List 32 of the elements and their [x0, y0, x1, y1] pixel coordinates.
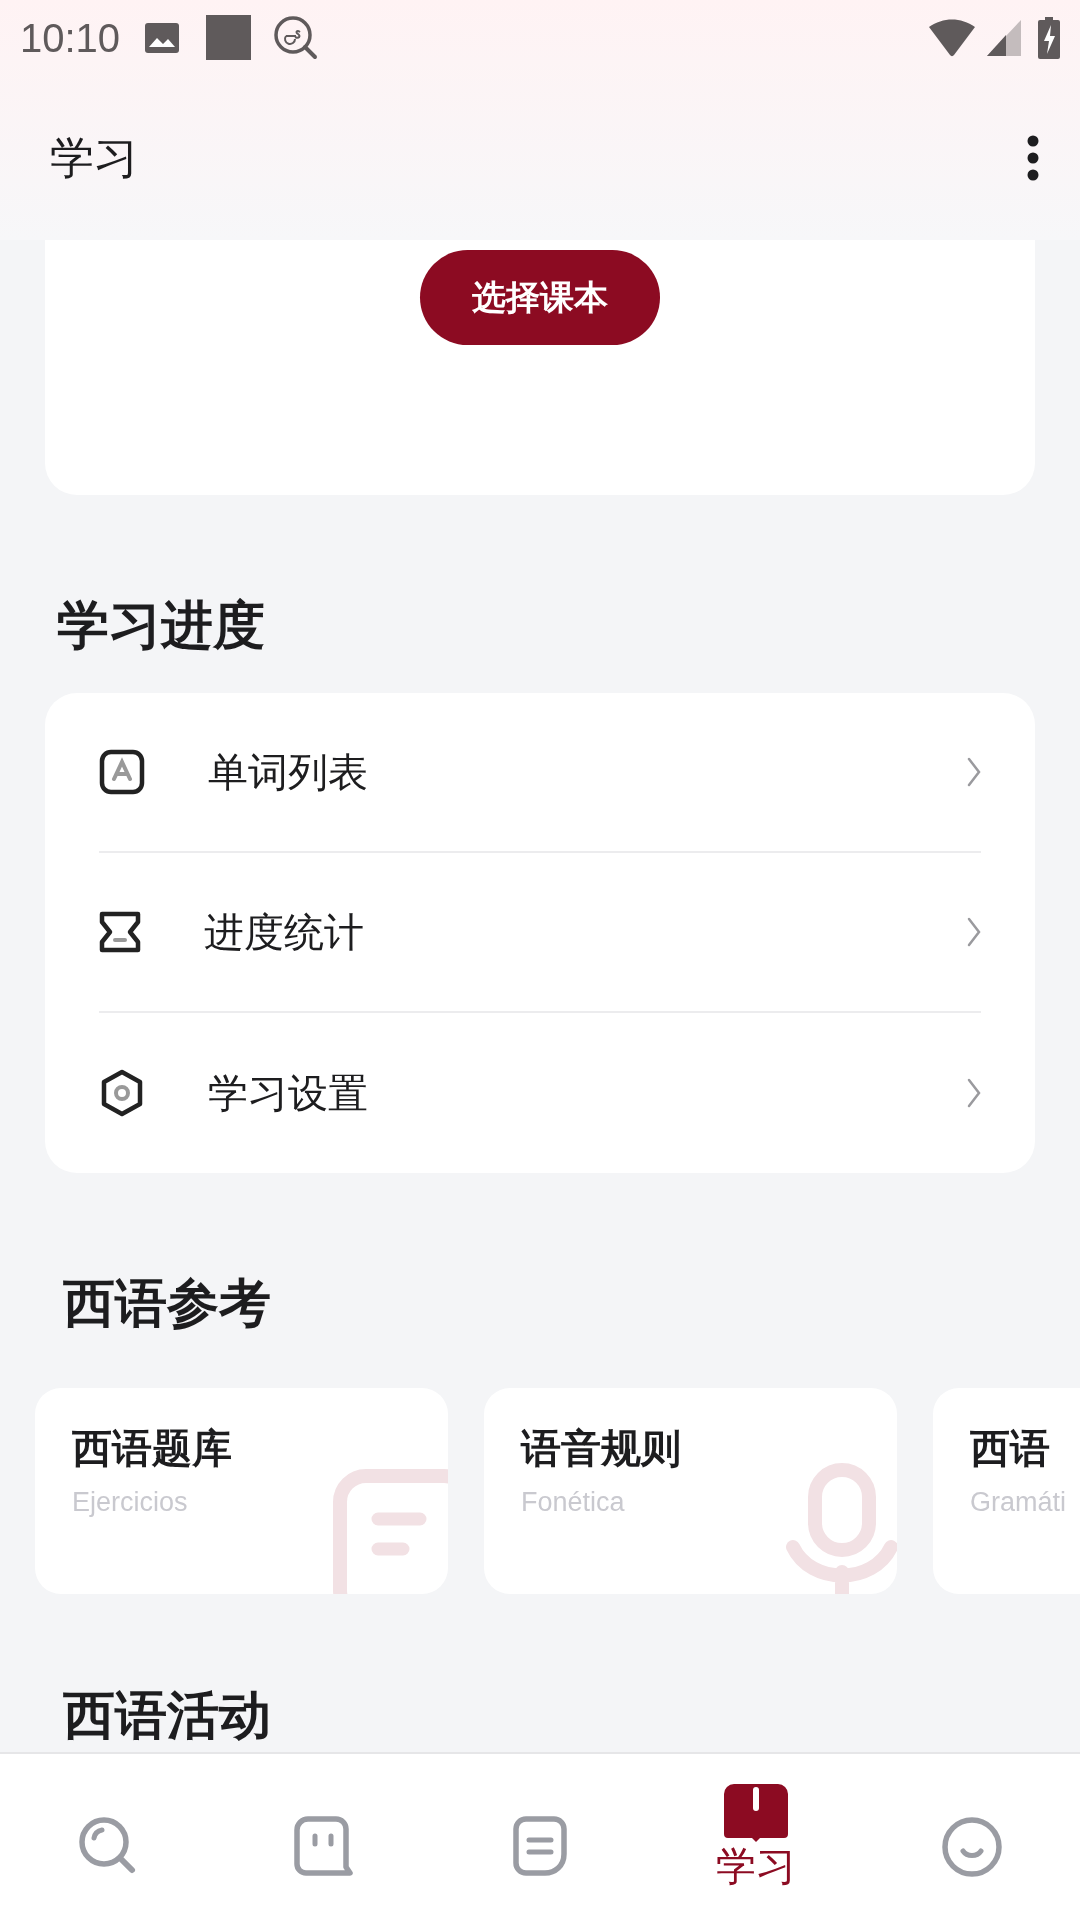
list-item[interactable]: 进度统计	[99, 853, 981, 1013]
card-title: 西语	[970, 1424, 1051, 1472]
card-title: 语音规则	[521, 1424, 682, 1472]
battery-icon	[1038, 16, 1060, 59]
search-icon	[273, 14, 320, 61]
chat-face-icon	[294, 1816, 354, 1876]
list-item[interactable]: 单词列表	[99, 693, 981, 853]
wifi-icon	[928, 18, 976, 57]
chevron-right-icon	[967, 1078, 981, 1108]
notes-icon	[513, 1816, 567, 1876]
microphone-icon	[785, 1462, 897, 1594]
signal-icon	[986, 18, 1022, 57]
hourglass-icon	[99, 911, 141, 953]
chevron-right-icon	[967, 917, 981, 947]
more-options-icon[interactable]	[1026, 134, 1040, 181]
section-heading: 西语活动	[63, 1684, 272, 1747]
hexagon-settings-icon	[99, 1069, 145, 1117]
page-title: 学习	[50, 130, 138, 185]
book-icon	[724, 1784, 788, 1844]
status-time: 10:10	[20, 14, 121, 62]
section-heading: 学习进度	[57, 594, 266, 657]
letter-a-icon	[99, 749, 145, 795]
square-icon	[206, 15, 252, 60]
smiley-icon	[941, 1816, 1003, 1878]
chevron-right-icon	[967, 757, 981, 787]
section-heading: 西语参考	[63, 1272, 272, 1335]
document-icon	[333, 1469, 448, 1594]
nav-tab[interactable]: 学习	[648, 1754, 864, 1920]
select-textbook-button[interactable]: 选择课本	[420, 250, 660, 345]
list-item[interactable]: 学习设置	[99, 1013, 981, 1173]
search-icon	[78, 1816, 138, 1876]
card-title: 西语题库	[72, 1424, 233, 1472]
